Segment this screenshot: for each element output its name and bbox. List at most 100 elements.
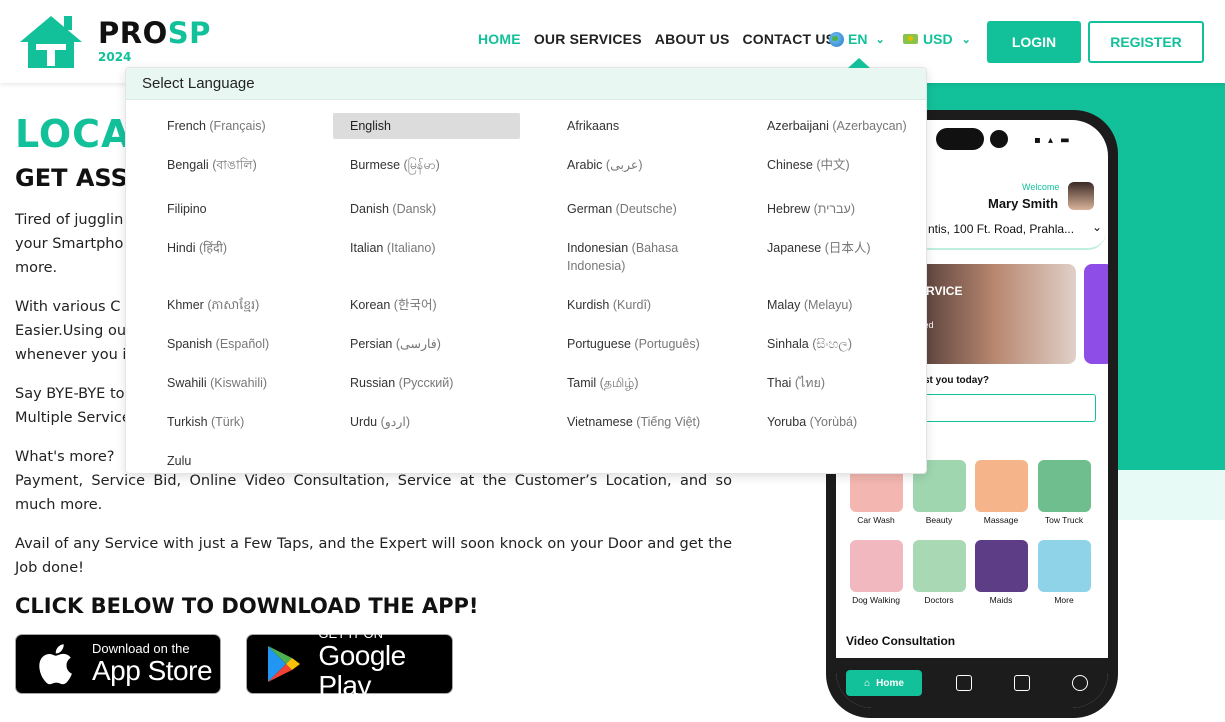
home-icon: ⌂ (864, 677, 871, 689)
language-name: Filipino (167, 202, 207, 216)
language-option-hindi[interactable]: Hindi (हिंदी) (150, 235, 337, 261)
language-option-sinhala[interactable]: Sinhala (සිංහල) (750, 331, 937, 357)
nav-contact-us[interactable]: CONTACT US (742, 31, 835, 47)
tile-maids (975, 540, 1028, 592)
language-native-name: (Melayu) (803, 298, 853, 312)
language-option-turkish[interactable]: Turkish (Türk) (150, 409, 337, 435)
avatar (1068, 182, 1094, 210)
google-play-button[interactable]: GET IT ON Google Play (246, 627, 453, 701)
language-name: Korean (350, 298, 391, 312)
wallet-icon (1014, 675, 1030, 691)
language-option-korean[interactable]: Korean (한국어) (333, 292, 520, 318)
language-option-yoruba[interactable]: Yoruba (Yorùbá) (750, 409, 937, 435)
language-name: Tamil (567, 376, 597, 390)
brand-name-dark: PRO (98, 16, 168, 50)
language-option-khmer[interactable]: Khmer (ភាសាខ្មែរ) (150, 292, 337, 318)
language-option-bengali[interactable]: Bengali (বাঙালি) (150, 152, 337, 178)
language-option-arabic[interactable]: Arabic (عربى) (550, 152, 737, 178)
google-play-big-text: Google Play (318, 640, 406, 701)
language-native-name: (ភាសាខ្មែរ) (207, 298, 260, 312)
language-native-name: (Русский) (398, 376, 454, 390)
paragraph-text: Payment, Service Bid, Online Video Consu… (15, 473, 732, 513)
language-native-name: (Kurdî) (612, 298, 652, 312)
language-name: Khmer (167, 298, 204, 312)
language-option-french[interactable]: French (Français) (150, 113, 337, 139)
language-native-name: (සිංහල) (812, 337, 853, 351)
phone-camera (990, 130, 1008, 148)
language-option-thai[interactable]: Thai (ไทย) (750, 370, 937, 396)
language-name: French (167, 119, 206, 133)
language-native-name: (Yorùbá) (809, 415, 858, 429)
language-option-italian[interactable]: Italian (Italiano) (333, 235, 520, 261)
register-button[interactable]: REGISTER (1088, 21, 1204, 63)
video-consultation-heading: Video Consultation (846, 634, 956, 648)
language-name: Hebrew (767, 202, 811, 216)
brand-logo[interactable]: PROSP 2024 (18, 14, 218, 70)
language-option-vietnamese[interactable]: Vietnamese (Tiếng Việt) (550, 409, 737, 435)
brand-name: PROSP (98, 16, 211, 50)
app-store-button[interactable]: Download on the App Store (15, 634, 221, 694)
language-name: Italian (350, 241, 384, 255)
language-name: Hindi (167, 241, 196, 255)
currency-code: USD (923, 31, 953, 47)
language-native-name: (Dansk) (392, 202, 437, 216)
language-option-afrikaans[interactable]: Afrikaans (550, 113, 737, 139)
language-option-danish[interactable]: Danish (Dansk) (333, 196, 520, 222)
language-name: Burmese (350, 158, 401, 172)
language-name: Swahili (167, 376, 207, 390)
promo-banner-next (1084, 264, 1108, 364)
language-option-kurdish[interactable]: Kurdish (Kurdî) (550, 292, 737, 318)
money-icon (903, 34, 918, 44)
currency-selector[interactable]: USD ⌄ (903, 31, 971, 47)
nav-home[interactable]: HOME (478, 31, 521, 47)
language-option-persian[interactable]: Persian (فارسی) (333, 331, 520, 357)
language-option-urdu[interactable]: Urdu (اردو) (333, 409, 520, 435)
globe-icon (829, 31, 844, 47)
language-code: EN (848, 31, 868, 47)
login-button[interactable]: LOGIN (987, 21, 1081, 63)
profile-icon (1072, 675, 1088, 691)
language-option-malay[interactable]: Malay (Melayu) (750, 292, 937, 318)
language-name: Chinese (767, 158, 813, 172)
language-option-russian[interactable]: Russian (Русский) (333, 370, 520, 396)
nav-our-services[interactable]: OUR SERVICES (534, 31, 642, 47)
language-option-chinese[interactable]: Chinese (中文) (750, 152, 937, 178)
language-option-portuguese[interactable]: Portuguese (Português) (550, 331, 737, 357)
language-native-name: (עברית) (813, 202, 855, 216)
language-option-indonesian[interactable]: Indonesian (Bahasa Indonesia) (550, 235, 737, 279)
chevron-down-icon: ⌄ (875, 33, 885, 46)
language-native-name: (Deutsche) (615, 202, 677, 216)
language-option-azerbaijani[interactable]: Azerbaijani (Azerbaycan) (750, 113, 937, 139)
language-selector[interactable]: EN ⌄ (829, 31, 885, 47)
language-option-spanish[interactable]: Spanish (Español) (150, 331, 337, 357)
language-name: Thai (767, 376, 792, 390)
language-option-zulu[interactable]: Zulu (150, 448, 337, 474)
language-native-name: (Tiếng Việt) (636, 415, 701, 429)
language-native-name: (한국어) (393, 298, 437, 312)
tile-label: Massage (983, 515, 1019, 525)
language-name: Portuguese (567, 337, 631, 351)
language-option-filipino[interactable]: Filipino (150, 196, 337, 222)
language-name: Persian (350, 337, 393, 351)
language-native-name: (Español) (215, 337, 270, 351)
language-dropdown: Select Language French (Français) English… (125, 67, 927, 474)
language-option-japanese[interactable]: Japanese (日本人) (750, 235, 937, 261)
nav-about-us[interactable]: ABOUT US (655, 31, 730, 47)
language-option-swahili[interactable]: Swahili (Kiswahili) (150, 370, 337, 396)
language-name: Afrikaans (567, 119, 620, 133)
phone-notch (936, 128, 984, 150)
language-native-name: (中文) (816, 158, 850, 172)
language-option-tamil[interactable]: Tamil (தமிழ்) (550, 370, 737, 396)
language-native-name: (ไทย) (794, 376, 825, 390)
list-icon (956, 675, 972, 691)
tile-label: Maids (989, 595, 1013, 605)
language-option-english[interactable]: English (333, 113, 520, 139)
address-text: ntis, 100 Ft. Road, Prahla... (928, 222, 1075, 236)
language-name: Malay (767, 298, 801, 312)
house-logo-icon (20, 16, 82, 68)
brand-year: 2024 (98, 50, 132, 64)
language-option-german[interactable]: German (Deutsche) (550, 196, 737, 222)
language-option-hebrew[interactable]: Hebrew (עברית) (750, 196, 937, 222)
language-native-name: (Italiano) (386, 241, 436, 255)
language-option-burmese[interactable]: Burmese (မြန်မာ) (333, 152, 520, 178)
